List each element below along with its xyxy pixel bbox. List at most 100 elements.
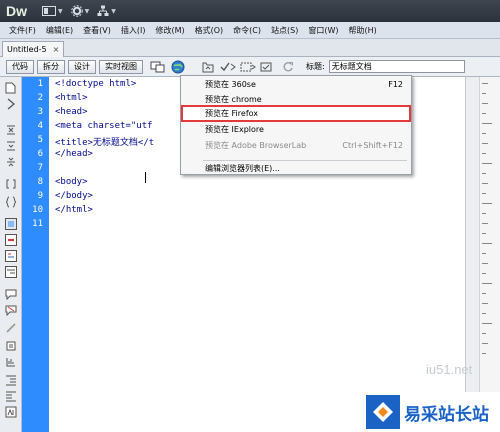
format-source-icon[interactable]: [3, 405, 18, 418]
line-number: 3: [37, 107, 43, 117]
layout-icon: [42, 6, 56, 16]
menu-file[interactable]: 文件(F): [4, 22, 41, 39]
select-parent-tag-icon[interactable]: [3, 177, 18, 190]
ruler-tick: [482, 353, 486, 354]
show-code-navigator-icon[interactable]: [3, 97, 18, 110]
remove-comment-icon[interactable]: [3, 303, 18, 316]
ruler-tick: [482, 203, 492, 204]
line-number: 1: [37, 79, 43, 89]
watermark-url: iu51.net: [426, 362, 473, 377]
ruler-tick: [482, 253, 486, 254]
ruler-tick: [482, 93, 486, 94]
preview-in-browser-icon[interactable]: [170, 60, 186, 74]
line-number-gutter: 1 2 3 4 5 6 7 8 9 10 11: [22, 77, 49, 432]
ruler-tick: [482, 183, 488, 184]
document-toolbar: 代码 拆分 设计 实时视图 标题: 无标题文档: [0, 57, 500, 77]
line-number: 11: [32, 219, 43, 229]
menu-format[interactable]: 格式(O): [190, 22, 229, 39]
move-css-icon[interactable]: [3, 355, 18, 368]
refresh-icon[interactable]: [280, 60, 296, 74]
preview-firefox-item[interactable]: 预览在 Firefox: [181, 106, 411, 122]
highlight-invalid-code-icon[interactable]: [3, 233, 18, 246]
collapse-full-tag-icon[interactable]: [3, 123, 18, 136]
ruler-tick: [482, 323, 492, 324]
open-documents-icon[interactable]: [3, 81, 18, 94]
ruler-tick: [482, 223, 488, 224]
preview-browserlab-item: 预览在 Adobe BrowserLab Ctrl+Shift+F12: [181, 138, 411, 154]
menu-item-label: 预览在 IExplore: [205, 125, 264, 134]
code-line: <head>: [55, 107, 88, 117]
code-view-button[interactable]: 代码: [6, 59, 34, 74]
menu-item-label: 预览在 Adobe BrowserLab: [205, 141, 307, 150]
extend-menu-button[interactable]: ▼: [70, 5, 90, 17]
preview-360se-item[interactable]: 预览在 360se F12: [181, 77, 411, 93]
live-view-button[interactable]: 实时视图: [99, 59, 143, 74]
ruler-tick: [482, 333, 486, 334]
ruler-tick: [482, 233, 486, 234]
ruler-tick: [482, 263, 488, 264]
auto-indent-icon[interactable]: [3, 265, 18, 278]
line-number: 5: [37, 135, 43, 145]
ruler-tick: [482, 293, 486, 294]
close-icon[interactable]: ×: [53, 45, 60, 54]
menu-item-shortcut: Ctrl+Shift+F12: [342, 141, 403, 150]
title-input[interactable]: 无标题文档: [328, 60, 465, 73]
apply-comment-icon[interactable]: [3, 287, 18, 300]
layout-menu-button[interactable]: ▼: [42, 6, 63, 16]
collapse-selection-icon[interactable]: [3, 139, 18, 152]
syntax-coloring-icon[interactable]: [3, 249, 18, 262]
chevron-down-icon: ▼: [84, 7, 90, 15]
menu-item-shortcut: F12: [388, 80, 403, 89]
code-line: </body>: [55, 191, 93, 201]
ruler-tick: [482, 113, 486, 114]
menu-site[interactable]: 站点(S): [266, 22, 303, 39]
design-view-button[interactable]: 设计: [68, 59, 96, 74]
ruler-tick: [482, 313, 486, 314]
menu-commands[interactable]: 命令(C): [228, 22, 266, 39]
chevron-down-icon: ▼: [58, 7, 63, 15]
site-watermark: 易采站长站: [360, 392, 500, 432]
menu-modify[interactable]: 修改(M): [150, 22, 189, 39]
code-line: <meta charset="utf: [55, 121, 153, 131]
title-label: 标题:: [306, 62, 325, 71]
site-tree-icon: [97, 5, 109, 16]
visual-aids-icon[interactable]: [240, 60, 256, 74]
indent-code-icon[interactable]: [3, 373, 18, 386]
code-line: <html>: [55, 93, 88, 103]
site-menu-button[interactable]: ▼: [97, 5, 116, 17]
preview-iexplore-item[interactable]: 预览在 IExplore: [181, 122, 411, 138]
split-view-button[interactable]: 拆分: [37, 59, 65, 74]
line-number: 7: [37, 163, 43, 173]
validate-icon[interactable]: [220, 60, 236, 74]
menu-edit[interactable]: 编辑(E): [41, 22, 78, 39]
app-titlebar: Dw ▼ ▼ ▼: [0, 0, 500, 22]
edit-browser-list-item[interactable]: 编辑浏览器列表(E)...: [181, 161, 411, 177]
multiscreen-icon[interactable]: [150, 60, 166, 74]
expand-all-icon[interactable]: [3, 155, 18, 168]
menu-help[interactable]: 帮助(H): [343, 22, 381, 39]
file-management-icon[interactable]: [200, 60, 216, 74]
line-number: 9: [37, 191, 43, 201]
line-numbers-icon[interactable]: [3, 217, 18, 230]
ruler-tick: [482, 193, 486, 194]
code-line: <title>无标题文档</t: [55, 138, 155, 148]
check-browser-icon[interactable]: [260, 60, 276, 74]
menu-view[interactable]: 查看(V): [78, 22, 116, 39]
ruler-tick: [482, 143, 488, 144]
balance-braces-icon[interactable]: [3, 195, 18, 208]
chevron-down-icon: ▼: [111, 7, 116, 15]
ruler-tick: [482, 273, 486, 274]
text-cursor: [145, 172, 146, 183]
document-tab[interactable]: Untitled-5 ×: [2, 41, 65, 57]
recent-snippets-icon[interactable]: [3, 339, 18, 352]
vertical-scrollbar[interactable]: [465, 77, 479, 432]
ruler-tick: [482, 153, 486, 154]
menu-insert[interactable]: 插入(I): [116, 22, 151, 39]
menu-bar: 文件(F) 编辑(E) 查看(V) 插入(I) 修改(M) 格式(O) 命令(C…: [0, 22, 500, 39]
ruler-tick: [482, 83, 488, 84]
outdent-code-icon[interactable]: [3, 389, 18, 402]
ruler-tick: [482, 343, 488, 344]
menu-window[interactable]: 窗口(W): [303, 22, 343, 39]
wrap-tag-icon[interactable]: [3, 321, 18, 334]
dreamweaver-logo: Dw: [6, 3, 27, 19]
